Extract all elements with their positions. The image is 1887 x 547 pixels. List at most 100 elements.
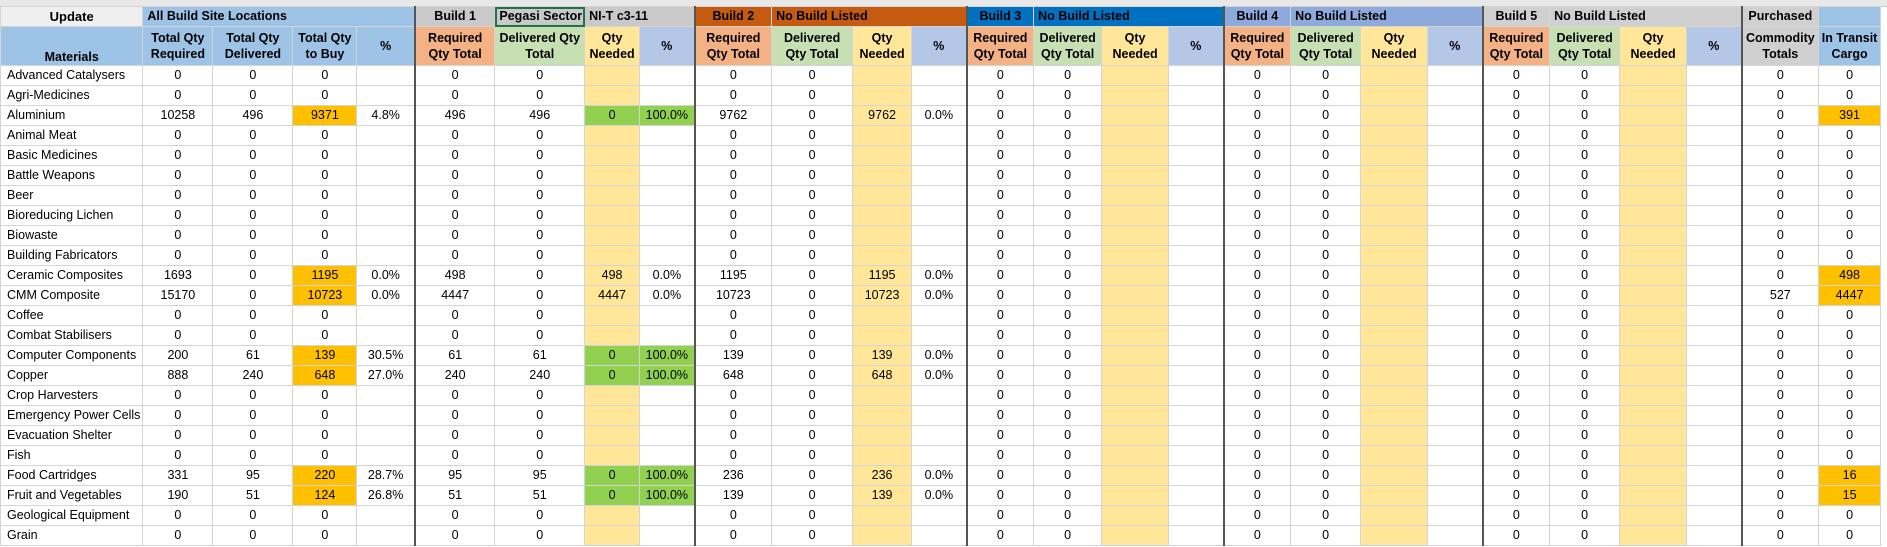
build1-delivered[interactable]: 0: [494, 305, 586, 326]
total-pct[interactable]: 27.0%: [356, 365, 416, 386]
build5-pct[interactable]: [1686, 65, 1743, 86]
build5-delivered[interactable]: 0: [1549, 305, 1621, 326]
build4-needed[interactable]: [1360, 425, 1429, 446]
build1-required[interactable]: 0: [413, 205, 496, 226]
build4-pct[interactable]: [1427, 305, 1484, 326]
total-pct[interactable]: [356, 405, 416, 426]
total-to-buy[interactable]: 0: [292, 405, 358, 426]
build2-pct[interactable]: [911, 125, 968, 146]
build3-needed[interactable]: [1101, 245, 1170, 266]
build3-required[interactable]: 0: [965, 525, 1035, 546]
build1-required[interactable]: 0: [413, 325, 496, 346]
build4-pct[interactable]: [1427, 505, 1484, 526]
material-name[interactable]: Fish: [0, 445, 144, 466]
build5-needed[interactable]: [1619, 405, 1688, 426]
build2-delivered[interactable]: 0: [771, 425, 854, 446]
build2-required[interactable]: 0: [693, 525, 773, 546]
build3-required[interactable]: 0: [965, 225, 1035, 246]
total-to-buy[interactable]: 0: [292, 165, 358, 186]
build1-pct[interactable]: [639, 205, 696, 226]
total-required[interactable]: 0: [142, 225, 214, 246]
build2-needed[interactable]: [852, 425, 913, 446]
build1-delivered[interactable]: 0: [494, 265, 586, 286]
build5-pct[interactable]: [1686, 385, 1743, 406]
build4-pct[interactable]: [1427, 405, 1484, 426]
in-transit-cargo[interactable]: 498: [1818, 265, 1882, 286]
build3-delivered[interactable]: 0: [1033, 65, 1103, 86]
build2-needed[interactable]: [852, 145, 913, 166]
build5-delivered[interactable]: 0: [1549, 205, 1621, 226]
total-delivered[interactable]: 0: [212, 305, 294, 326]
build1-pct[interactable]: 0.0%: [639, 265, 696, 286]
build2-needed[interactable]: [852, 205, 913, 226]
build3-delivered[interactable]: 0: [1033, 105, 1103, 126]
build1-needed[interactable]: [584, 85, 641, 106]
build3-delivered[interactable]: 0: [1033, 425, 1103, 446]
purchased-total[interactable]: 0: [1740, 145, 1820, 166]
build4-needed[interactable]: [1360, 525, 1429, 546]
total-pct[interactable]: [356, 305, 416, 326]
build1-pct[interactable]: 100.0%: [639, 465, 696, 486]
material-name[interactable]: Ceramic Composites: [0, 265, 144, 286]
in-transit-cargo[interactable]: 16: [1818, 465, 1882, 486]
build5-needed[interactable]: [1619, 265, 1688, 286]
build1-needed[interactable]: 0: [584, 465, 641, 486]
build2-needed[interactable]: 10723: [852, 285, 913, 306]
build2-required[interactable]: 0: [693, 425, 773, 446]
build2-needed[interactable]: [852, 385, 913, 406]
in-transit-cargo[interactable]: 0: [1818, 345, 1882, 366]
build1-needed[interactable]: [584, 65, 641, 86]
material-name[interactable]: Advanced Catalysers: [0, 65, 144, 86]
build1-needed[interactable]: [584, 185, 641, 206]
build5-required[interactable]: 0: [1481, 325, 1551, 346]
build1-delivered[interactable]: 0: [494, 65, 586, 86]
build3-pct[interactable]: [1168, 425, 1225, 446]
build4-delivered[interactable]: 0: [1290, 205, 1362, 226]
build5-delivered[interactable]: 0: [1549, 385, 1621, 406]
build1-pct[interactable]: [639, 305, 696, 326]
build5-needed[interactable]: [1619, 225, 1688, 246]
build4-pct[interactable]: [1427, 125, 1484, 146]
build3-delivered[interactable]: 0: [1033, 165, 1103, 186]
build3-pct[interactable]: [1168, 65, 1225, 86]
build3-needed[interactable]: [1101, 505, 1170, 526]
build5-delivered[interactable]: 0: [1549, 65, 1621, 86]
total-pct[interactable]: [356, 525, 416, 546]
in-transit-cargo[interactable]: 0: [1818, 425, 1882, 446]
purchased-total[interactable]: 0: [1740, 185, 1820, 206]
purchased-total[interactable]: 527: [1740, 285, 1820, 306]
purchased-total[interactable]: 0: [1740, 525, 1820, 546]
build1-required[interactable]: 0: [413, 185, 496, 206]
build3-pct[interactable]: [1168, 205, 1225, 226]
material-name[interactable]: Agri-Medicines: [0, 85, 144, 106]
total-delivered[interactable]: 0: [212, 125, 294, 146]
total-to-buy[interactable]: 0: [292, 505, 358, 526]
build4-delivered[interactable]: 0: [1290, 505, 1362, 526]
build2-pct[interactable]: 0.0%: [911, 465, 968, 486]
build1-delivered[interactable]: 0: [494, 205, 586, 226]
total-to-buy[interactable]: 10723: [292, 285, 358, 306]
build2-pct[interactable]: [911, 205, 968, 226]
in-transit-cargo[interactable]: 0: [1818, 305, 1882, 326]
total-to-buy[interactable]: 0: [292, 185, 358, 206]
build1-delivered[interactable]: 0: [494, 445, 586, 466]
purchased-total[interactable]: 0: [1740, 505, 1820, 526]
build5-pct[interactable]: [1686, 245, 1743, 266]
build5-pct[interactable]: [1686, 525, 1743, 546]
build3-required[interactable]: 0: [965, 185, 1035, 206]
build2-pct[interactable]: 0.0%: [911, 285, 968, 306]
build4-required[interactable]: 0: [1222, 245, 1292, 266]
build2-delivered[interactable]: 0: [771, 405, 854, 426]
build1-required[interactable]: 496: [413, 105, 496, 126]
build4-pct[interactable]: [1427, 225, 1484, 246]
build1-delivered[interactable]: 240: [494, 365, 586, 386]
total-to-buy[interactable]: 0: [292, 245, 358, 266]
build1-required[interactable]: 240: [413, 365, 496, 386]
build4-required[interactable]: 0: [1222, 285, 1292, 306]
total-required[interactable]: 1693: [142, 265, 214, 286]
build5-needed[interactable]: [1619, 245, 1688, 266]
build1-needed[interactable]: 498: [584, 265, 641, 286]
build5-pct[interactable]: [1686, 165, 1743, 186]
build5-pct[interactable]: [1686, 85, 1743, 106]
purchased-total[interactable]: 0: [1740, 65, 1820, 86]
